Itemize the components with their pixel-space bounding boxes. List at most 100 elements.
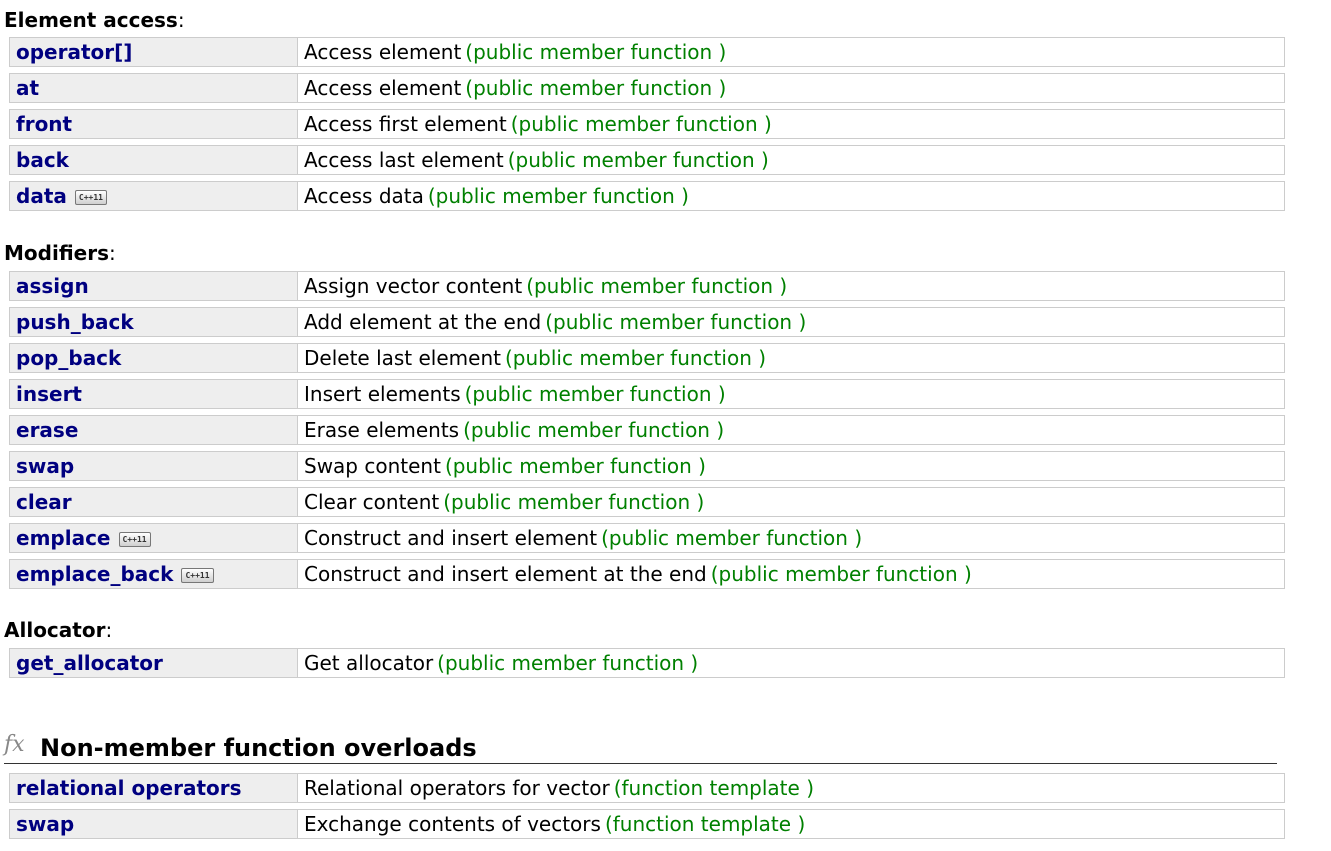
member-name-cell: back <box>9 145 297 175</box>
member-description: Access element <box>304 76 462 100</box>
member-description-cell: Add element at the end (public member fun… <box>297 307 1285 337</box>
member-name-cell: data C++11 <box>9 181 297 211</box>
member-name-cell: push_back <box>9 307 297 337</box>
member-kind: (public member function ) <box>710 562 972 586</box>
allocator-table: get_allocator Get allocator (public member… <box>9 642 1285 684</box>
member-name-cell: operator[] <box>9 37 297 67</box>
table-row: emplace C++11 Construct and insert element… <box>9 523 1285 553</box>
member-name-cell: get_allocator <box>9 648 297 678</box>
member-description: Add element at the end <box>304 310 542 334</box>
member-kind: (public member function ) <box>510 112 772 136</box>
member-description-cell: Relational operators for vector (function… <box>297 773 1285 803</box>
member-link[interactable]: insert <box>16 382 82 406</box>
member-description: Delete last element <box>304 346 501 370</box>
member-kind: (public member function ) <box>464 382 726 406</box>
member-description-cell: Assign vector content (public member func… <box>297 271 1285 301</box>
table-row: emplace_back C++11 Construct and insert el… <box>9 559 1285 589</box>
member-kind: (function template ) <box>613 776 814 800</box>
member-name-cell: relational operators <box>9 773 297 803</box>
table-row: erase Erase elements (public member functi… <box>9 415 1285 445</box>
section-title-text: Modifiers <box>4 241 109 265</box>
member-name-cell: erase <box>9 415 297 445</box>
member-link[interactable]: back <box>16 148 69 172</box>
modifiers-table: assign Assign vector content (public membe… <box>9 265 1285 595</box>
member-name-cell: swap <box>9 809 297 839</box>
member-description-cell: Construct and insert element (public memb… <box>297 523 1285 553</box>
member-description: Swap content <box>304 454 441 478</box>
member-description-cell: Insert elements (public member function ) <box>297 379 1285 409</box>
section-title-element-access: Element access: <box>4 8 185 32</box>
table-row: clear Clear content (public member functio… <box>9 487 1285 517</box>
member-description: Get allocator <box>304 651 434 675</box>
member-name-cell: pop_back <box>9 343 297 373</box>
member-name-cell: insert <box>9 379 297 409</box>
member-link[interactable]: data <box>16 184 67 208</box>
section-title-colon: : <box>108 241 116 265</box>
member-description-cell: Access element (public member function ) <box>297 73 1285 103</box>
member-description: Access element <box>304 40 462 64</box>
member-name-cell: assign <box>9 271 297 301</box>
member-name-cell: front <box>9 109 297 139</box>
nonmember-heading-text: Non-member function overloads <box>40 734 477 762</box>
member-link[interactable]: erase <box>16 418 78 442</box>
table-row: get_allocator Get allocator (public member… <box>9 648 1285 678</box>
member-description-cell: Access first element (public member funct… <box>297 109 1285 139</box>
member-link[interactable]: clear <box>16 490 72 514</box>
member-link[interactable]: relational operators <box>16 776 242 800</box>
member-description-cell: Construct and insert element at the end(… <box>297 559 1285 589</box>
member-link[interactable]: swap <box>16 812 74 836</box>
member-link[interactable]: assign <box>16 274 89 298</box>
member-description: Clear content <box>304 490 440 514</box>
section-title-text: Allocator <box>4 618 106 642</box>
member-link[interactable]: operator[] <box>16 40 132 64</box>
section-title-allocator: Allocator: <box>4 618 112 642</box>
fx-icon: fx <box>4 732 25 757</box>
member-description: Access last element <box>304 148 504 172</box>
member-link[interactable]: pop_back <box>16 346 121 370</box>
member-description: Assign vector content <box>304 274 523 298</box>
member-kind: (function template ) <box>604 812 806 836</box>
table-row: front Access first element (public member … <box>9 109 1285 139</box>
table-row: data C++11 Access data (public member funct… <box>9 181 1285 211</box>
section-title-modifiers: Modifiers: <box>4 241 116 265</box>
member-description-cell: Delete last element (public member functi… <box>297 343 1285 373</box>
member-description-cell: Access last element (public member functi… <box>297 145 1285 175</box>
table-row: push_back Add element at the end (public m… <box>9 307 1285 337</box>
element-access-table: operator[] Access element (public member f… <box>9 31 1285 217</box>
nonmember-table: relational operators Relational operators… <box>9 767 1285 845</box>
section-title-colon: : <box>177 8 185 32</box>
member-kind: (public member function ) <box>427 184 689 208</box>
table-row: swap Swap content (public member function … <box>9 451 1285 481</box>
member-description-cell: Clear content (public member function ) <box>297 487 1285 517</box>
cpp11-badge-icon: C++11 <box>118 532 151 547</box>
member-kind: (public member function ) <box>463 418 725 442</box>
member-description: Construct and insert element <box>304 526 598 550</box>
member-kind: (public member function ) <box>465 40 727 64</box>
member-description: Access data <box>304 184 424 208</box>
member-description-cell: Access data (public member function ) <box>297 181 1285 211</box>
member-description: Access first element <box>304 112 507 136</box>
member-kind: (public member function ) <box>437 651 699 675</box>
member-link[interactable]: emplace <box>16 526 111 550</box>
member-kind: (public member function ) <box>526 274 788 298</box>
table-row: back Access last element (public member fu… <box>9 145 1285 175</box>
member-kind: (public member function ) <box>507 148 769 172</box>
member-description-cell: Get allocator (public member function ) <box>297 648 1285 678</box>
member-description: Exchange contents of vectors <box>304 812 601 836</box>
section-title-text: Element access <box>4 8 178 32</box>
section-title-colon: : <box>105 618 113 642</box>
member-kind: (public member function ) <box>545 310 807 334</box>
member-description-cell: Access element (public member function ) <box>297 37 1285 67</box>
member-link[interactable]: swap <box>16 454 74 478</box>
member-name-cell: at <box>9 73 297 103</box>
member-link[interactable]: get_allocator <box>16 651 163 675</box>
member-link[interactable]: at <box>16 76 39 100</box>
member-name-cell: swap <box>9 451 297 481</box>
table-row: relational operators Relational operators… <box>9 773 1285 803</box>
member-link[interactable]: push_back <box>16 310 134 334</box>
member-link[interactable]: emplace_back <box>16 562 173 586</box>
member-link[interactable]: front <box>16 112 72 136</box>
table-row: assign Assign vector content (public membe… <box>9 271 1285 301</box>
member-description: Relational operators for vector <box>304 776 610 800</box>
member-kind: (public member function ) <box>504 346 767 370</box>
